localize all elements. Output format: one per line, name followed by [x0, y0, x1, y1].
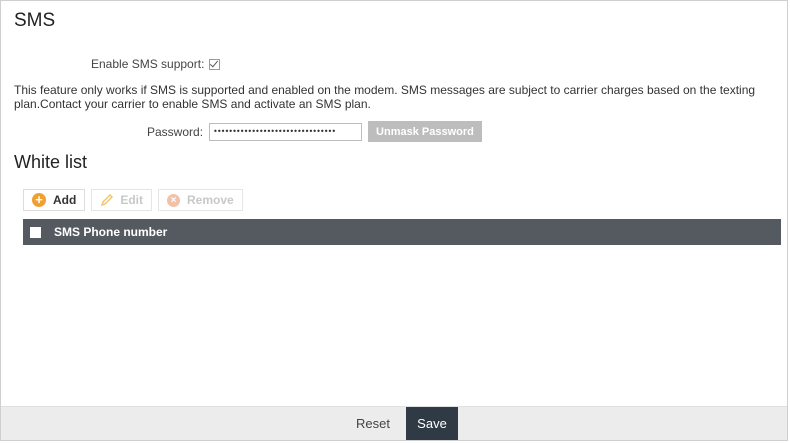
password-field[interactable] [209, 122, 363, 141]
sms-info-text: This feature only works if SMS is suppor… [14, 83, 756, 111]
footer-bar: Reset Save [1, 406, 787, 440]
edit-button-label: Edit [120, 193, 143, 207]
remove-button-label: Remove [187, 193, 234, 207]
select-all-checkbox[interactable] [30, 226, 41, 238]
page-title: SMS [14, 10, 56, 31]
column-header-phone-number: SMS Phone number [54, 225, 168, 239]
whitelist-toolbar: + Add Edit × Remove [23, 189, 243, 211]
enable-sms-row: Enable SMS support: [91, 57, 221, 71]
add-button[interactable]: + Add [23, 189, 86, 211]
password-row: Password: Unmask Password [147, 121, 482, 142]
pencil-icon [101, 193, 114, 207]
add-button-label: Add [53, 193, 77, 207]
enable-sms-label: Enable SMS support: [91, 57, 205, 71]
remove-button[interactable]: × Remove [158, 189, 243, 211]
password-label: Password: [147, 124, 204, 139]
x-circle-icon: × [167, 193, 180, 207]
checkmark-icon [210, 58, 219, 67]
plus-circle-icon: + [32, 193, 46, 207]
whitelist-title: White list [14, 152, 88, 172]
sms-settings-panel: SMS Enable SMS support: This feature onl… [0, 0, 788, 441]
edit-button[interactable]: Edit [91, 189, 152, 211]
save-button[interactable]: Save [406, 407, 458, 440]
table-header: SMS Phone number [23, 219, 781, 245]
reset-button[interactable]: Reset [346, 407, 400, 440]
enable-sms-checkbox[interactable] [209, 58, 221, 70]
unmask-password-button[interactable]: Unmask Password [368, 121, 482, 142]
